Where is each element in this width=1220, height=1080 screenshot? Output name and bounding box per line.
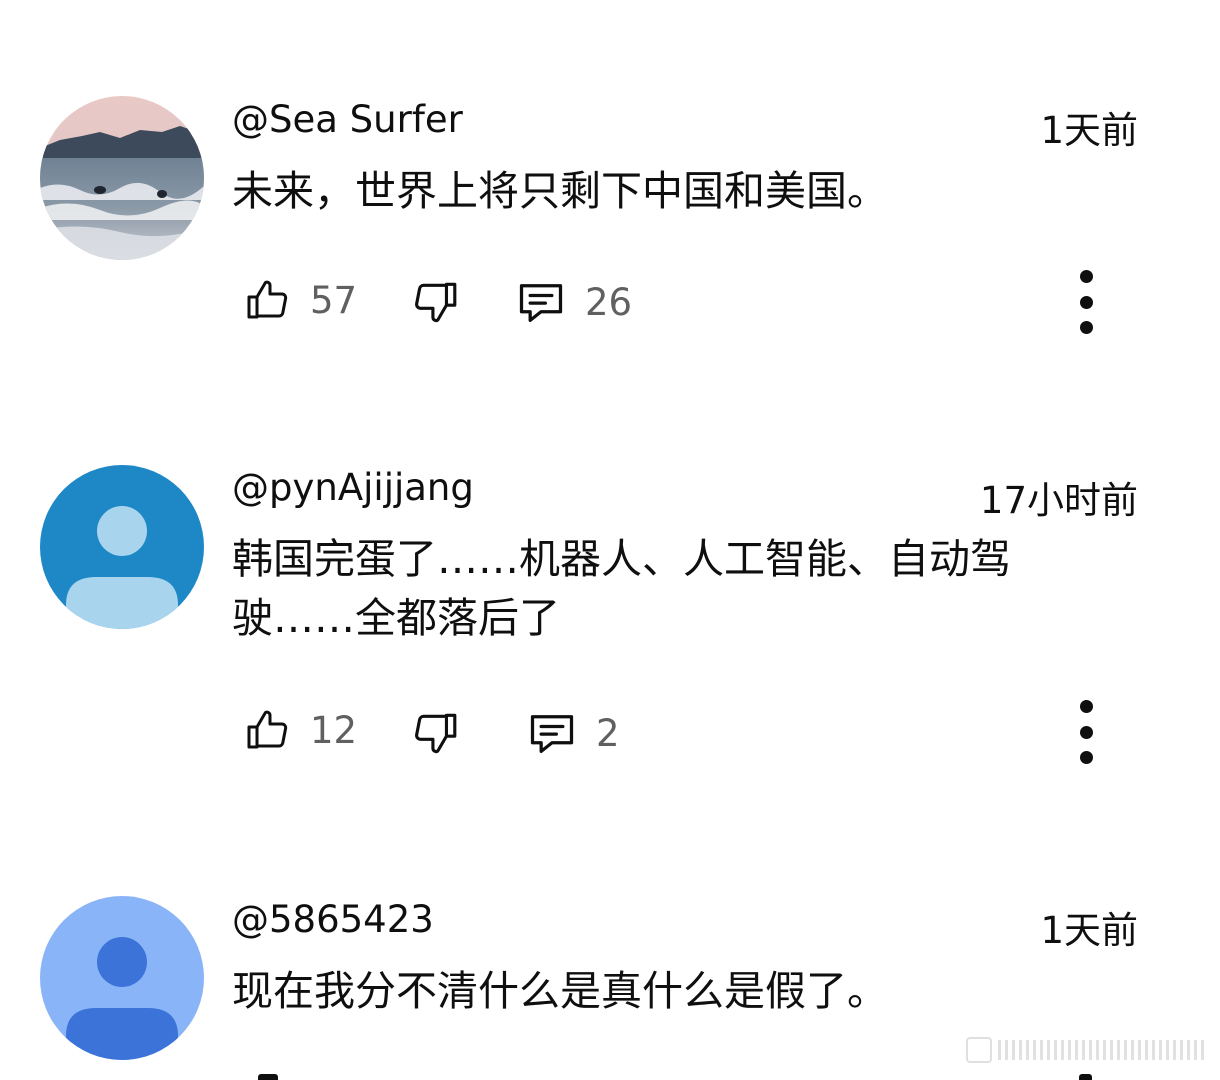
default-person-icon [40, 465, 204, 629]
comment-time: 1天前 [1040, 109, 1138, 152]
thumb-up-icon [247, 280, 288, 319]
like-count: 12 [310, 708, 358, 752]
comment-time: 1天前 [1040, 909, 1138, 952]
dislike-button[interactable] [410, 272, 460, 332]
like-button[interactable]: 57 [244, 270, 357, 330]
comment-author[interactable]: @pynAjijjang [232, 466, 474, 509]
comment-text: 韩国完蛋了……机器人、人工智能、自动驾驶……全都落后了 [232, 535, 1011, 642]
more-options-button[interactable] [1066, 270, 1106, 334]
avatar[interactable] [40, 465, 204, 629]
dislike-button[interactable] [410, 703, 460, 763]
like-count: 57 [310, 278, 358, 322]
reply-count: 2 [596, 711, 620, 755]
more-vertical-icon [1079, 270, 1093, 283]
comment-icon [519, 284, 563, 323]
comment-author[interactable]: @Sea Surfer [232, 98, 463, 141]
comment-text: 现在我分不清什么是真什么是假了。 [232, 967, 888, 1015]
thumb-down-icon [415, 282, 457, 323]
reply-button[interactable]: 26 [515, 272, 632, 332]
like-button[interactable]: 12 [244, 700, 357, 760]
thumb-up-icon [247, 710, 288, 749]
comment-text: 未来，世界上将只剩下中国和美国。 [232, 167, 888, 215]
watermark-logo [966, 1036, 1204, 1064]
cut-off-more-icon [1079, 1074, 1092, 1080]
reply-count: 26 [585, 280, 633, 324]
more-options-button[interactable] [1066, 700, 1106, 764]
comment-icon [530, 715, 574, 754]
avatar[interactable] [40, 896, 204, 1060]
reply-button[interactable]: 2 [526, 703, 620, 763]
avatar[interactable] [40, 96, 204, 260]
comment-time: 17小时前 [979, 479, 1138, 522]
cut-off-like-icon [258, 1074, 278, 1080]
comment-author[interactable]: @5865423 [232, 898, 434, 941]
thumb-down-icon [415, 713, 457, 754]
beach-photo-avatar [40, 96, 204, 260]
default-person-icon [40, 896, 204, 1060]
more-vertical-icon [1079, 700, 1093, 713]
